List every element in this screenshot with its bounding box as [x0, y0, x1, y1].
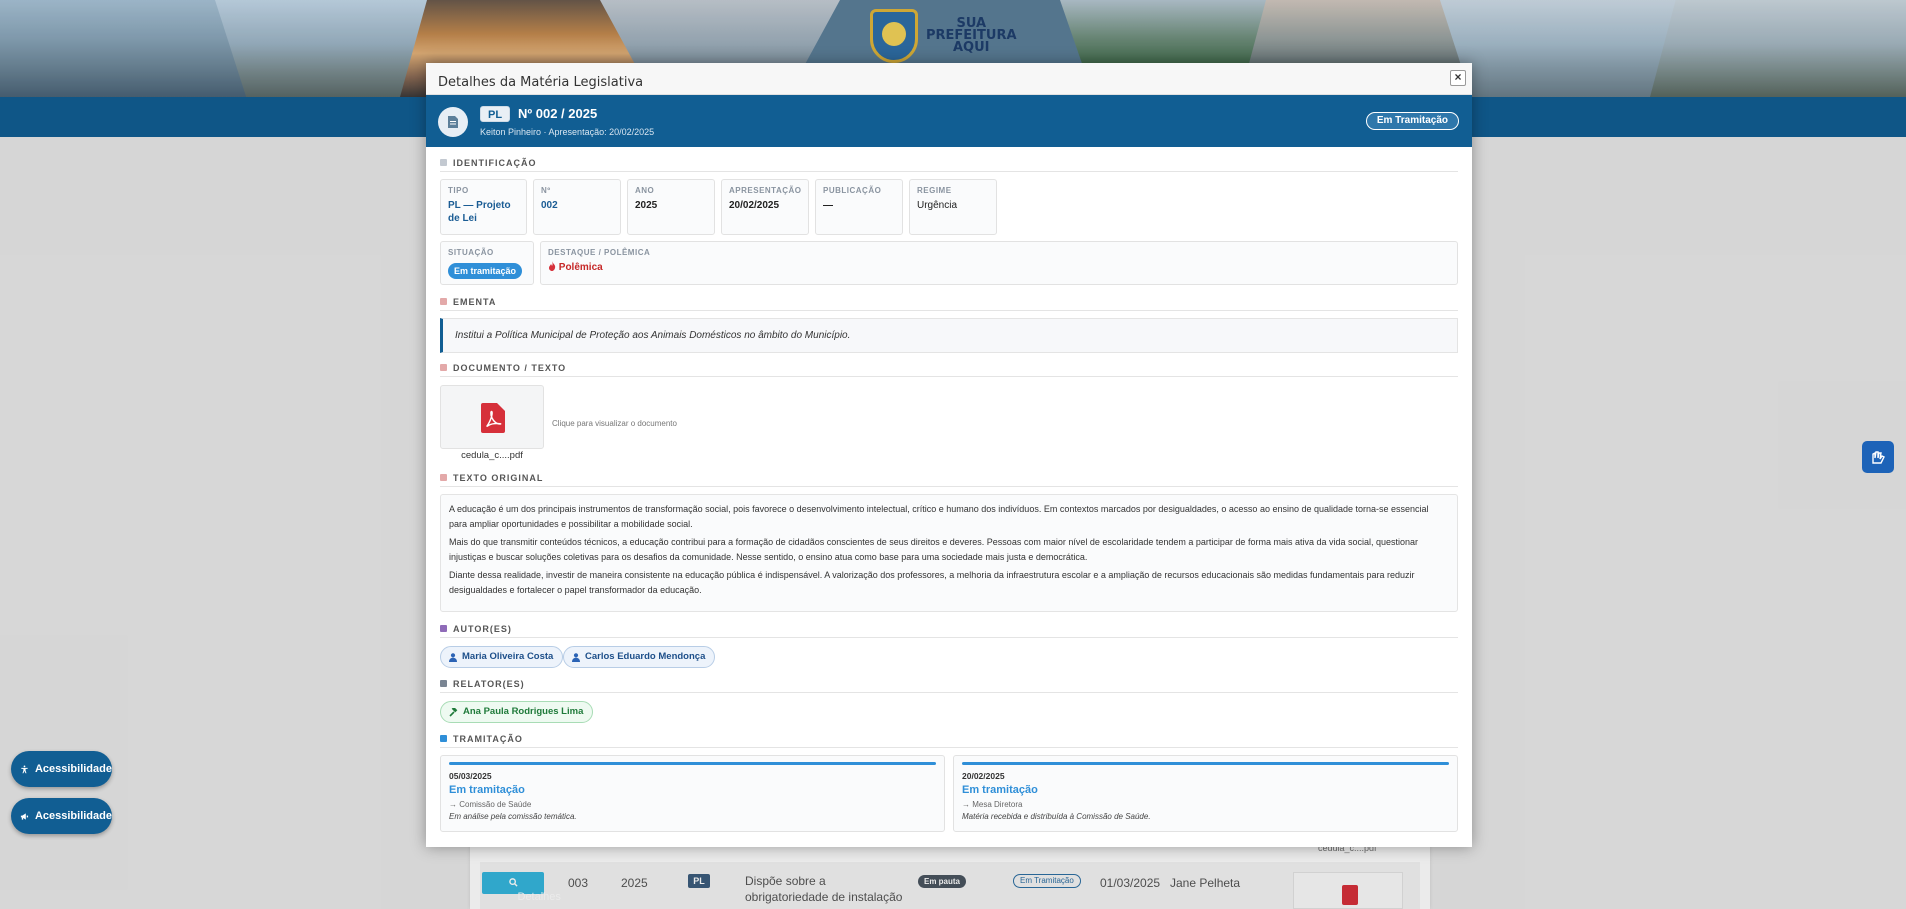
user-icon	[572, 652, 580, 662]
accessibility-icon	[21, 764, 28, 773]
pdf-hint: Clique para visualizar o documento	[552, 419, 677, 428]
tramitacao-date: 20/02/2025	[962, 771, 1005, 781]
field-regime: REGIME Urgência	[909, 179, 997, 235]
pdf-file-name[interactable]: cedula_c....pdf	[440, 450, 544, 461]
materia-number: Nº 002 / 2025	[518, 106, 598, 121]
relator-chip[interactable]: Ana Paula Rodrigues Lima	[440, 701, 594, 723]
tramitacao-orgao: → Comissão de Saúde	[449, 800, 532, 809]
materia-hero: PL Nº 002 / 2025 Keiton Pinheiro · Apres…	[426, 95, 1472, 147]
texto-paragraph: A educação é um dos principais instrumen…	[449, 504, 1429, 529]
section-ementa: EMENTA	[440, 297, 1458, 311]
users-icon	[440, 625, 447, 632]
pdf-icon	[481, 403, 505, 433]
user-icon	[449, 652, 457, 662]
sign-language-icon	[1872, 451, 1885, 464]
accessibility-button[interactable]: Acessibilidade	[11, 751, 112, 787]
section-relatores: RELATOR(ES)	[440, 679, 1458, 693]
fire-icon	[549, 261, 556, 271]
modal-title: Detalhes da Matéria Legislativa	[438, 75, 644, 90]
tramitacao-progress	[962, 762, 1449, 765]
section-texto-original: TEXTO ORIGINAL	[440, 473, 1458, 487]
autor-chip[interactable]: Maria Oliveira Costa	[440, 646, 564, 668]
tramitacao-obs: Matéria recebida e distribuída à Comissã…	[962, 812, 1151, 821]
tramitacao-status: Em tramitação	[449, 784, 525, 796]
status-badge: Em Tramitação	[1365, 112, 1459, 130]
tramitacao-card: 05/03/2025 Em tramitação → Comissão de S…	[440, 755, 945, 832]
field-situacao: SITUAÇÃO Em tramitação	[440, 241, 534, 285]
modal-title-bar: Detalhes da Matéria Legislativa ×	[426, 63, 1472, 95]
tramitacao-obs: Em análise pela comissão temática.	[449, 812, 577, 821]
tramitacao-progress	[449, 762, 936, 765]
texto-paragraph: Diante dessa realidade, investir de mane…	[449, 570, 1415, 595]
tipo-badge: PL	[480, 106, 511, 122]
texto-paragraph: Mais do que transmitir conteúdos técnico…	[449, 537, 1419, 562]
timeline-icon	[440, 735, 447, 742]
section-documento: DOCUMENTO / TEXTO	[440, 363, 1458, 377]
accessibility-audio-button[interactable]: Acessibilidade	[11, 798, 112, 834]
situacao-badge: Em tramitação	[448, 263, 523, 279]
field-destaque: DESTAQUE / POLÊMICA Polêmica	[540, 241, 1458, 285]
texto-icon	[440, 474, 447, 481]
section-identificacao: IDENTIFICAÇÃO	[440, 158, 1458, 172]
materia-subtitle: Keiton Pinheiro · Apresentação: 20/02/20…	[480, 127, 655, 137]
tramitacao-status: Em tramitação	[962, 784, 1038, 796]
tramitacao-card: 20/02/2025 Em tramitação → Mesa Diretora…	[953, 755, 1458, 832]
field-ano: ANO 2025	[627, 179, 715, 235]
sign-language-button[interactable]	[1862, 441, 1894, 473]
polemica-label: Polêmica	[558, 262, 603, 273]
field-apresentacao: APRESENTAÇÃO 20/02/2025	[721, 179, 809, 235]
texto-original-box: A educação é um dos principais instrumen…	[440, 494, 1458, 612]
document-icon	[438, 107, 468, 137]
field-numero: Nº 002	[533, 179, 621, 235]
gavel-icon	[449, 707, 458, 717]
gavel-icon	[440, 680, 447, 687]
megaphone-icon	[20, 812, 29, 820]
tramitacao-orgao: → Mesa Diretora	[962, 800, 1023, 809]
tramitacao-date: 05/03/2025	[449, 771, 492, 781]
autor-chip[interactable]: Carlos Eduardo Mendonça	[563, 646, 716, 668]
materia-details-modal: Detalhes da Matéria Legislativa × PL Nº …	[426, 63, 1472, 847]
ementa-text: Institui a Política Municipal de Proteçã…	[440, 318, 1458, 353]
section-autores: AUTOR(ES)	[440, 624, 1458, 638]
pdf-thumbnail[interactable]	[440, 385, 544, 449]
field-publicacao: PUBLICAÇÃO —	[815, 179, 903, 235]
section-tramitacao: TRAMITAÇÃO	[440, 734, 1458, 748]
field-tipo: TIPO PL — Projeto de Lei	[440, 179, 527, 235]
ementa-icon	[440, 298, 447, 305]
close-icon[interactable]: ×	[1450, 70, 1466, 86]
document-section-icon	[440, 364, 447, 371]
id-card-icon	[440, 159, 447, 166]
